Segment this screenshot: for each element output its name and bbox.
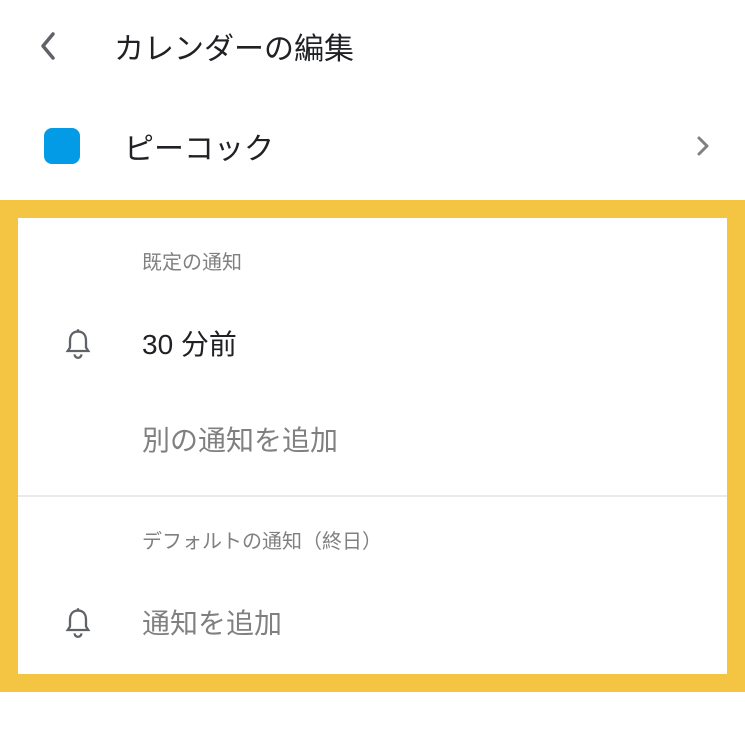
page-title: カレンダーの編集 [114, 24, 354, 68]
add-notification-button[interactable]: 別の通知を追加 [18, 395, 727, 495]
add-allday-notification-button[interactable]: 通知を追加 [18, 570, 727, 674]
allday-notifications-section: デフォルトの通知（終日） 通知を追加 [18, 497, 727, 674]
calendar-color-row[interactable]: ピーコック [0, 100, 745, 200]
add-allday-notification-label: 通知を追加 [142, 602, 282, 642]
default-notifications-section: 既定の通知 30 分前 別の通知を追加 [18, 218, 727, 495]
back-icon[interactable] [30, 28, 66, 64]
calendar-color-swatch [44, 128, 80, 164]
notification-item-label: 30 分前 [142, 323, 237, 363]
bell-icon [62, 327, 94, 359]
header: カレンダーの編集 [0, 0, 745, 100]
calendar-name: ピーコック [124, 124, 691, 168]
default-notifications-header: 既定の通知 [18, 246, 727, 291]
allday-notifications-header: デフォルトの通知（終日） [18, 525, 727, 570]
notifications-highlight-box: 既定の通知 30 分前 別の通知を追加 デフォルトの通知（終日） 通知を追加 [0, 200, 745, 692]
bell-icon [62, 606, 94, 638]
add-notification-label: 別の通知を追加 [142, 419, 707, 459]
notification-item[interactable]: 30 分前 [18, 291, 727, 395]
chevron-right-icon [691, 134, 715, 158]
